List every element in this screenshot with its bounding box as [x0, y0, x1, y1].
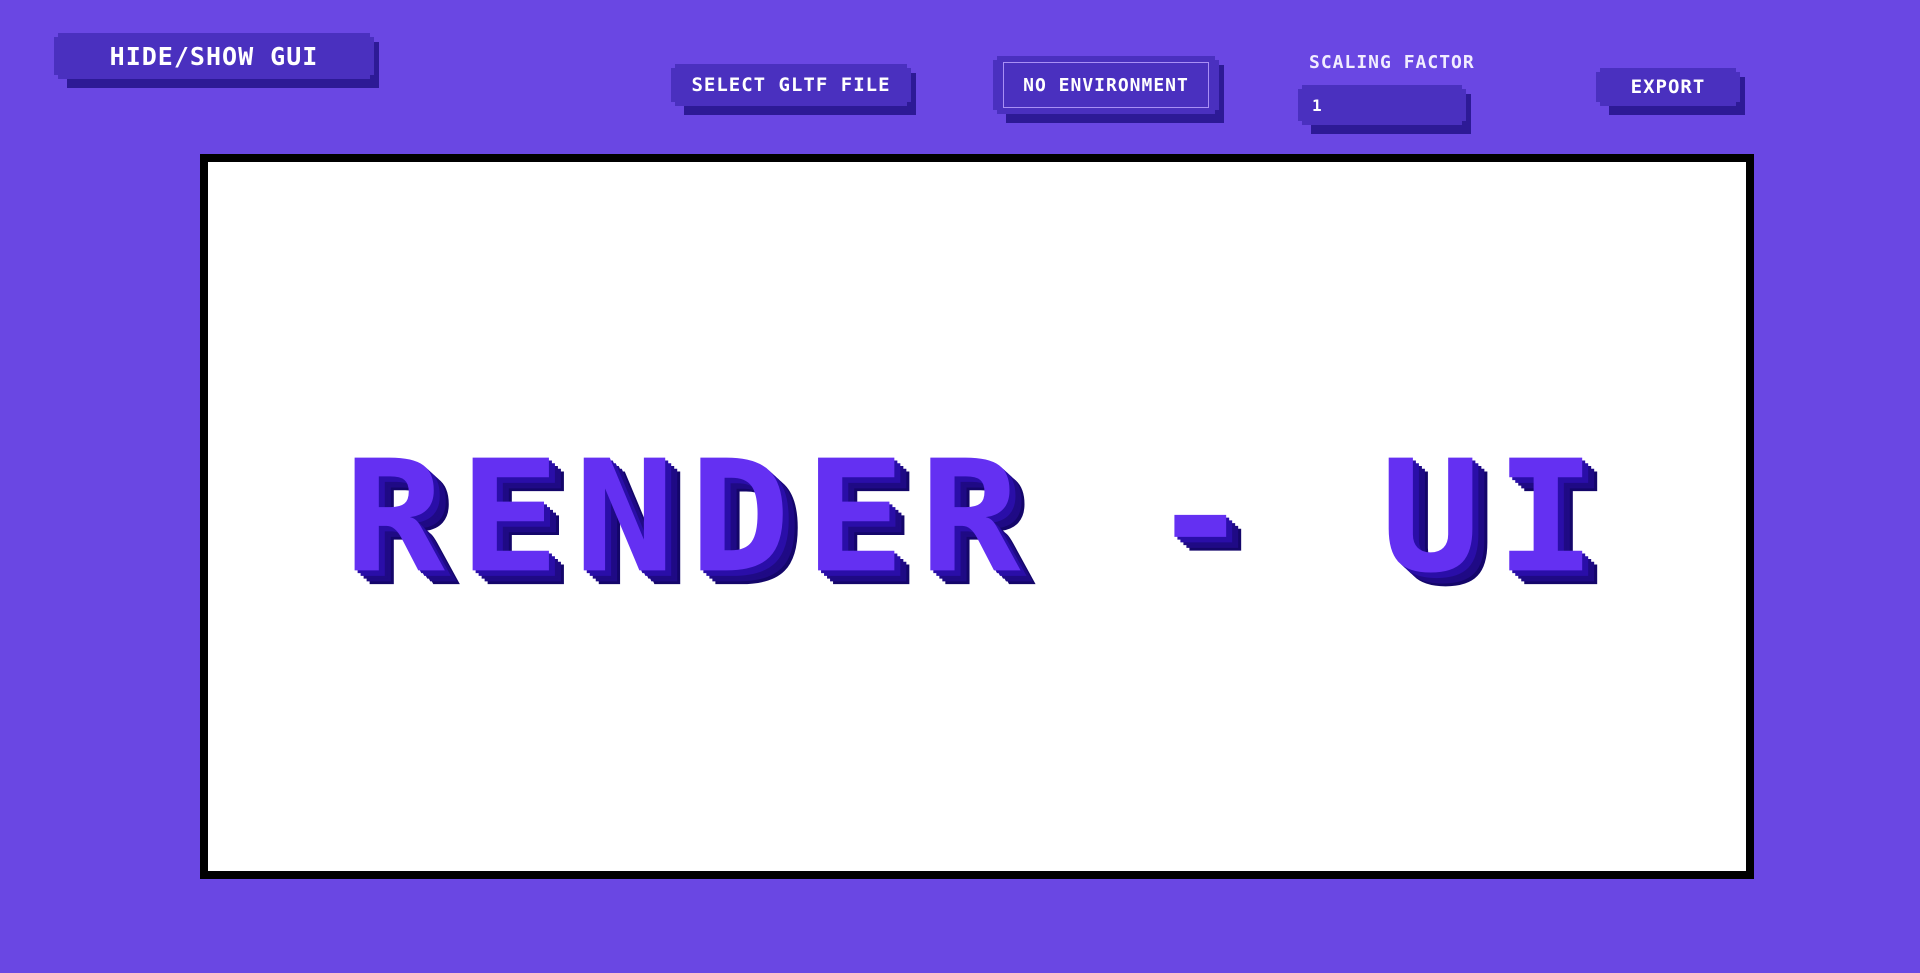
environment-select-value: NO ENVIRONMENT [1003, 62, 1209, 108]
hide-show-gui-button[interactable]: HIDE/SHOW GUI [54, 33, 379, 88]
render-viewport[interactable]: RENDER - UI [200, 154, 1754, 879]
scaling-factor-input[interactable]: 1 [1298, 85, 1471, 134]
render-ui-title: RENDER - UI [343, 426, 1611, 607]
render-title-container: RENDER - UI [208, 162, 1746, 871]
scaling-factor-label: SCALING FACTOR [1309, 52, 1475, 73]
select-gltf-file-label: SELECT GLTF FILE [691, 74, 891, 96]
scaling-factor-value: 1 [1312, 95, 1323, 115]
export-button[interactable]: EXPORT [1596, 68, 1745, 115]
select-gltf-file-button[interactable]: SELECT GLTF FILE [671, 64, 916, 115]
environment-select[interactable]: NO ENVIRONMENT [993, 56, 1224, 123]
export-label: EXPORT [1630, 76, 1706, 98]
hide-show-gui-label: HIDE/SHOW GUI [109, 41, 319, 71]
